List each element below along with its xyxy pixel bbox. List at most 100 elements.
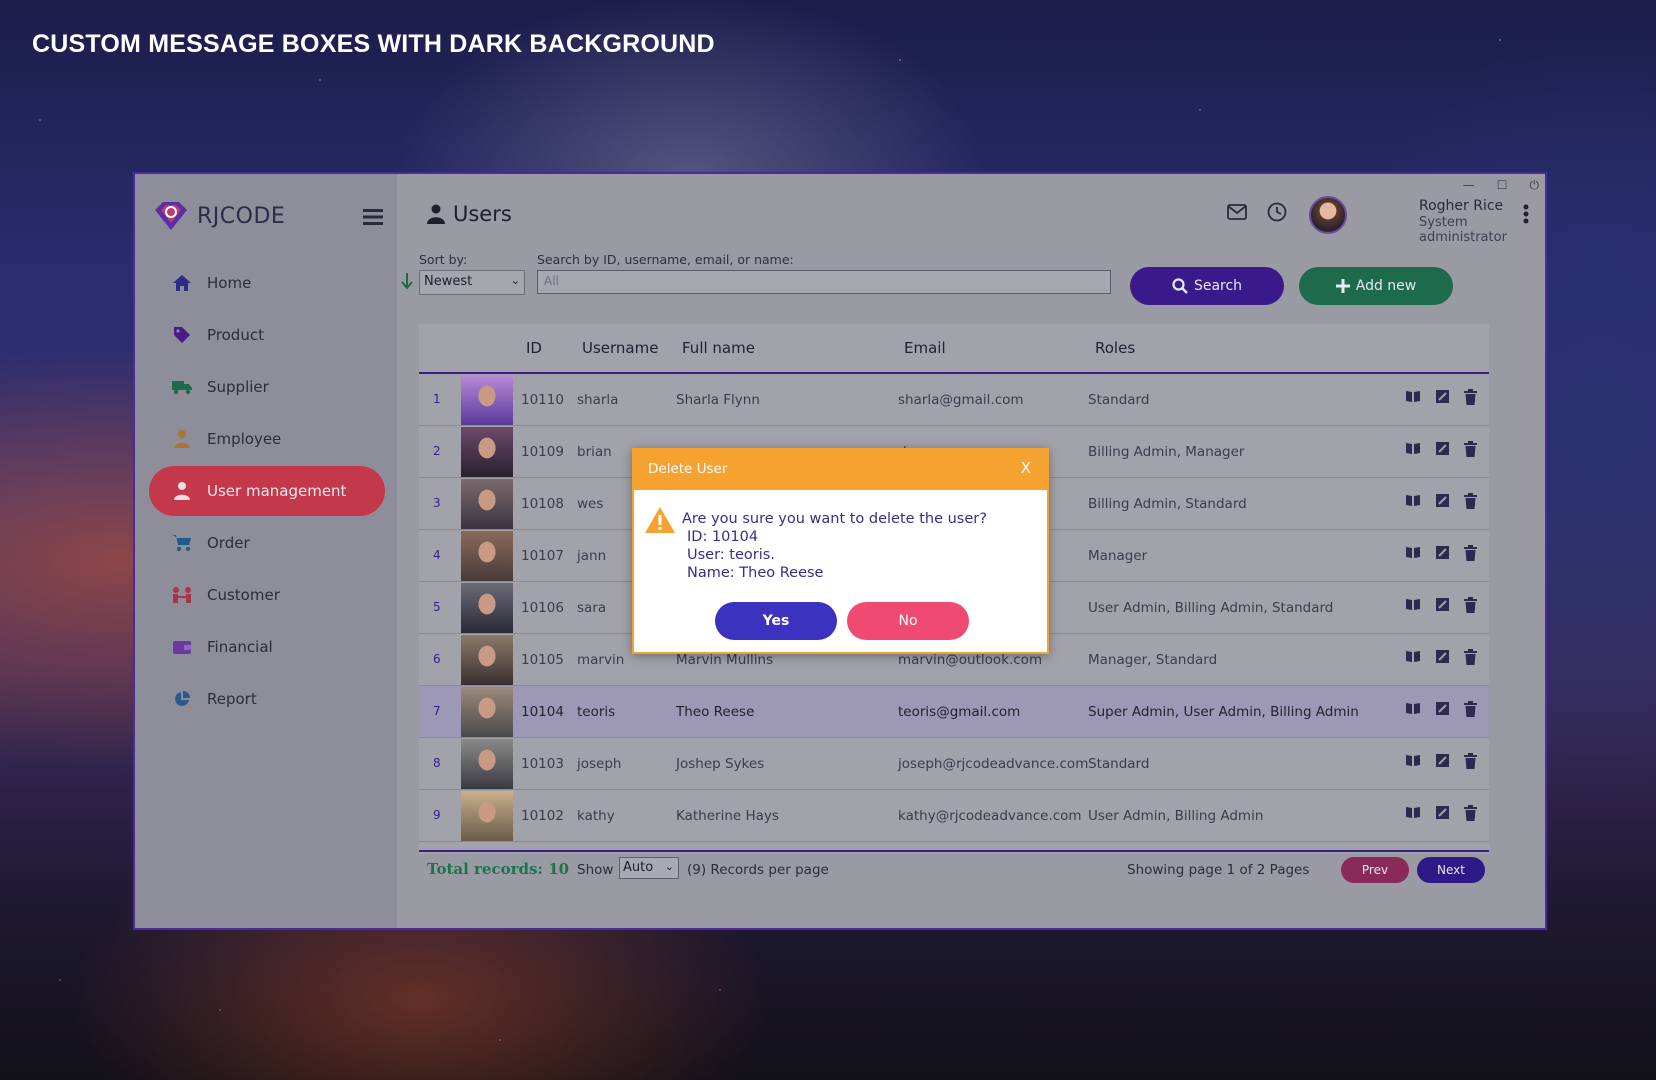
cart-icon	[171, 533, 193, 553]
view-details-icon[interactable]	[1405, 649, 1421, 663]
delete-icon[interactable]	[1464, 493, 1477, 509]
delete-icon[interactable]	[1464, 753, 1477, 769]
mail-icon[interactable]	[1227, 204, 1247, 220]
minimize-icon[interactable]: —	[1463, 178, 1475, 193]
table-footer-divider	[419, 850, 1489, 852]
edit-icon[interactable]	[1435, 597, 1450, 612]
edit-icon[interactable]	[1435, 493, 1450, 508]
view-details-icon[interactable]	[1405, 701, 1421, 715]
search-button[interactable]: Search	[1130, 267, 1284, 305]
user-photo	[461, 531, 513, 581]
cell-username: wes	[577, 496, 604, 512]
row-actions	[1405, 441, 1477, 457]
delete-icon[interactable]	[1464, 701, 1477, 717]
truck-icon	[171, 377, 193, 397]
clock-icon[interactable]	[1267, 202, 1287, 222]
sidebar-item-home[interactable]: Home	[149, 258, 385, 308]
view-details-icon[interactable]	[1405, 597, 1421, 611]
row-actions	[1405, 389, 1477, 405]
sidebar-item-user-management[interactable]: User management	[149, 466, 385, 516]
sidebar-item-customer[interactable]: Customer	[149, 570, 385, 620]
column-header-id[interactable]: ID	[526, 339, 542, 357]
edit-icon[interactable]	[1435, 389, 1450, 404]
sidebar-item-label: User management	[207, 482, 347, 500]
table-row[interactable]: 8 10103 joseph Joshep Sykes joseph@rjcodeadv…	[419, 738, 1489, 790]
cell-username: marvin	[577, 652, 625, 668]
delete-user-dialog: Delete User X Are you sure you want to d…	[632, 448, 1049, 654]
add-new-button[interactable]: Add new	[1299, 267, 1453, 305]
delete-icon[interactable]	[1464, 441, 1477, 457]
cell-username: sharla	[577, 392, 619, 408]
delete-icon[interactable]	[1464, 597, 1477, 613]
sidebar-item-supplier[interactable]: Supplier	[149, 362, 385, 412]
records-per-page: (9) Records per page	[687, 862, 829, 878]
menu-toggle-icon[interactable]	[363, 208, 383, 230]
sidebar-item-label: Report	[207, 690, 257, 708]
view-details-icon[interactable]	[1405, 389, 1421, 403]
row-actions	[1405, 753, 1477, 769]
cell-full-name: Marvin Mullins	[676, 652, 774, 668]
delete-icon[interactable]	[1464, 545, 1477, 561]
page-size-select[interactable]: Auto ⌄	[619, 857, 679, 879]
yes-button[interactable]: Yes	[715, 602, 837, 640]
dialog-id-line: ID: 10104	[687, 529, 759, 545]
column-header-full-name[interactable]: Full name	[682, 339, 755, 357]
next-page-button[interactable]: Next	[1417, 857, 1485, 883]
search-input[interactable]: All	[537, 270, 1111, 294]
view-details-icon[interactable]	[1405, 805, 1421, 819]
power-icon[interactable]: ⏻	[1530, 178, 1540, 193]
edit-icon[interactable]	[1435, 649, 1450, 664]
sidebar-item-employee[interactable]: Employee	[149, 414, 385, 464]
sidebar-nav: Home Product Supplier Employee User mana…	[149, 258, 385, 726]
sidebar-item-product[interactable]: Product	[149, 310, 385, 360]
table-row[interactable]: 7 10104 teoris Theo Reese teoris@gmail.com Su…	[419, 686, 1489, 738]
sidebar-item-order[interactable]: Order	[149, 518, 385, 568]
column-header-email[interactable]: Email	[904, 339, 946, 357]
view-details-icon[interactable]	[1405, 441, 1421, 455]
dialog-message: Are you sure you want to delete the user…	[682, 510, 987, 582]
cell-roles: Manager	[1088, 548, 1148, 564]
cell-roles: Billing Admin, Standard	[1088, 496, 1247, 512]
view-details-icon[interactable]	[1405, 753, 1421, 767]
pie-chart-icon	[171, 689, 193, 709]
view-details-icon[interactable]	[1405, 545, 1421, 559]
avatar[interactable]	[1309, 196, 1347, 234]
column-header-username[interactable]: Username	[582, 339, 658, 357]
maximize-icon[interactable]: ☐	[1497, 178, 1508, 193]
dialog-name-line: Name: Theo Reese	[687, 565, 824, 581]
edit-icon[interactable]	[1435, 545, 1450, 560]
logo-icon	[155, 202, 187, 230]
delete-icon[interactable]	[1464, 649, 1477, 665]
no-button[interactable]: No	[847, 602, 969, 640]
column-header-roles[interactable]: Roles	[1095, 339, 1135, 357]
page-size-value: Auto	[623, 860, 654, 875]
sort-direction-icon[interactable]	[401, 272, 413, 290]
cell-email: marvin@outlook.com	[898, 652, 1043, 668]
cell-id: 10107	[521, 548, 564, 564]
sidebar-item-report[interactable]: Report	[149, 674, 385, 724]
user-name: Rogher Rice	[1419, 198, 1504, 214]
edit-icon[interactable]	[1435, 805, 1450, 820]
employee-icon	[171, 429, 193, 449]
edit-icon[interactable]	[1435, 701, 1450, 716]
sort-select[interactable]: Newest ⌄	[419, 270, 525, 295]
cell-id: 10103	[521, 756, 564, 772]
close-button[interactable]: X	[1021, 459, 1031, 477]
delete-icon[interactable]	[1464, 805, 1477, 821]
cell-username: teoris	[577, 704, 616, 720]
table-row[interactable]: 9 10102 kathy Katherine Hays kathy@rjcodeadv…	[419, 790, 1489, 842]
sort-select-value: Newest	[424, 274, 473, 289]
sidebar-item-label: Order	[207, 534, 250, 552]
wallet-icon	[171, 637, 193, 657]
cell-id: 10102	[521, 808, 564, 824]
sidebar-item-financial[interactable]: Financial	[149, 622, 385, 672]
prev-page-button[interactable]: Prev	[1341, 857, 1409, 883]
view-details-icon[interactable]	[1405, 493, 1421, 507]
more-options-icon[interactable]	[1523, 204, 1529, 224]
delete-icon[interactable]	[1464, 389, 1477, 405]
table-row[interactable]: 1 10110 sharla Sharla Flynn sharla@gmail.com…	[419, 374, 1489, 426]
user-photo	[461, 427, 513, 477]
edit-icon[interactable]	[1435, 441, 1450, 456]
row-number: 2	[433, 444, 441, 458]
edit-icon[interactable]	[1435, 753, 1450, 768]
